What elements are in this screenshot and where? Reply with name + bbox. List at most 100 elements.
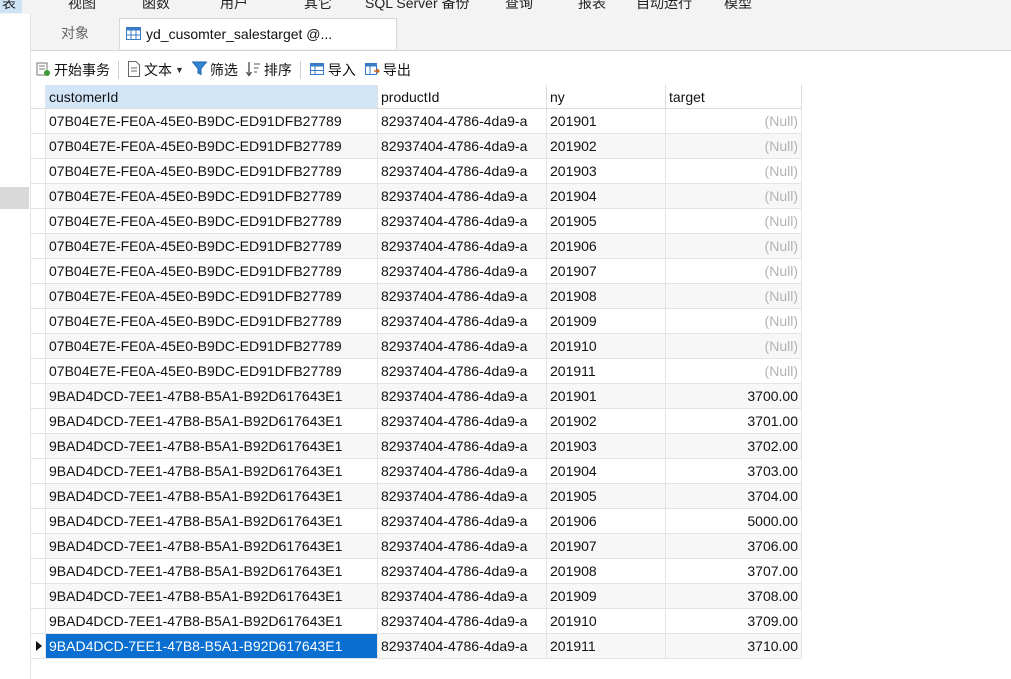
cell-target[interactable]: (Null) <box>666 209 802 234</box>
cell-customerid[interactable]: 9BAD4DCD-7EE1-47B8-B5A1-B92D617643E1 <box>46 634 378 659</box>
table-row[interactable]: 07B04E7E-FE0A-45E0-B9DC-ED91DFB27789 8293… <box>31 309 802 334</box>
table-row[interactable]: 9BAD4DCD-7EE1-47B8-B5A1-B92D617643E1 8293… <box>31 384 802 409</box>
table-row[interactable]: 9BAD4DCD-7EE1-47B8-B5A1-B92D617643E1 8293… <box>31 409 802 434</box>
cell-productid[interactable]: 82937404-4786-4da9-a <box>378 184 547 209</box>
row-indicator[interactable] <box>31 484 46 509</box>
cell-ny[interactable]: 201908 <box>547 559 666 584</box>
cell-target[interactable]: (Null) <box>666 134 802 159</box>
row-indicator[interactable] <box>31 284 46 309</box>
cell-ny[interactable]: 201902 <box>547 409 666 434</box>
cell-customerid[interactable]: 9BAD4DCD-7EE1-47B8-B5A1-B92D617643E1 <box>46 609 378 634</box>
cell-productid[interactable]: 82937404-4786-4da9-a <box>378 234 547 259</box>
cell-customerid[interactable]: 9BAD4DCD-7EE1-47B8-B5A1-B92D617643E1 <box>46 409 378 434</box>
cell-target[interactable]: (Null) <box>666 259 802 284</box>
row-indicator[interactable] <box>31 309 46 334</box>
row-indicator[interactable] <box>31 584 46 609</box>
cell-customerid[interactable]: 9BAD4DCD-7EE1-47B8-B5A1-B92D617643E1 <box>46 534 378 559</box>
cell-productid[interactable]: 82937404-4786-4da9-a <box>378 284 547 309</box>
column-header-customerid[interactable]: customerId <box>46 85 378 109</box>
cell-target[interactable]: (Null) <box>666 309 802 334</box>
menu-item-table[interactable]: 表 <box>0 0 22 13</box>
cell-ny[interactable]: 201906 <box>547 509 666 534</box>
table-row[interactable]: 07B04E7E-FE0A-45E0-B9DC-ED91DFB27789 8293… <box>31 359 802 384</box>
menu-item-other[interactable]: 其它 <box>304 0 332 13</box>
table-row[interactable]: 9BAD4DCD-7EE1-47B8-B5A1-B92D617643E1 8293… <box>31 634 802 659</box>
cell-target[interactable]: 3708.00 <box>666 584 802 609</box>
cell-target[interactable]: 3706.00 <box>666 534 802 559</box>
cell-productid[interactable]: 82937404-4786-4da9-a <box>378 134 547 159</box>
menu-item-report[interactable]: 报表 <box>578 0 606 13</box>
table-row[interactable]: 07B04E7E-FE0A-45E0-B9DC-ED91DFB27789 8293… <box>31 334 802 359</box>
column-header-target[interactable]: target <box>666 85 802 109</box>
cell-ny[interactable]: 201904 <box>547 459 666 484</box>
cell-customerid[interactable]: 07B04E7E-FE0A-45E0-B9DC-ED91DFB27789 <box>46 309 378 334</box>
cell-customerid[interactable]: 07B04E7E-FE0A-45E0-B9DC-ED91DFB27789 <box>46 234 378 259</box>
cell-ny[interactable]: 201909 <box>547 309 666 334</box>
cell-ny[interactable]: 201910 <box>547 334 666 359</box>
table-row[interactable]: 9BAD4DCD-7EE1-47B8-B5A1-B92D617643E1 8293… <box>31 559 802 584</box>
cell-customerid[interactable]: 9BAD4DCD-7EE1-47B8-B5A1-B92D617643E1 <box>46 559 378 584</box>
cell-ny[interactable]: 201907 <box>547 259 666 284</box>
cell-target[interactable]: 3709.00 <box>666 609 802 634</box>
cell-productid[interactable]: 82937404-4786-4da9-a <box>378 509 547 534</box>
cell-customerid[interactable]: 07B04E7E-FE0A-45E0-B9DC-ED91DFB27789 <box>46 334 378 359</box>
cell-customerid[interactable]: 9BAD4DCD-7EE1-47B8-B5A1-B92D617643E1 <box>46 384 378 409</box>
cell-ny[interactable]: 201905 <box>547 484 666 509</box>
row-indicator[interactable] <box>31 259 46 284</box>
cell-target[interactable]: 3703.00 <box>666 459 802 484</box>
table-row[interactable]: 9BAD4DCD-7EE1-47B8-B5A1-B92D617643E1 8293… <box>31 434 802 459</box>
column-header-ny[interactable]: ny <box>547 85 666 109</box>
cell-ny[interactable]: 201906 <box>547 234 666 259</box>
cell-productid[interactable]: 82937404-4786-4da9-a <box>378 259 547 284</box>
row-indicator[interactable] <box>31 134 46 159</box>
cell-target[interactable]: (Null) <box>666 234 802 259</box>
row-indicator[interactable] <box>31 459 46 484</box>
table-row[interactable]: 9BAD4DCD-7EE1-47B8-B5A1-B92D617643E1 8293… <box>31 534 802 559</box>
menu-item-query[interactable]: 查询 <box>505 0 533 13</box>
menu-item-function[interactable]: 函数 <box>142 0 170 13</box>
menu-item-user[interactable]: 用户 <box>220 0 248 13</box>
row-indicator[interactable] <box>31 109 46 134</box>
cell-target[interactable]: 5000.00 <box>666 509 802 534</box>
cell-productid[interactable]: 82937404-4786-4da9-a <box>378 384 547 409</box>
cell-customerid[interactable]: 07B04E7E-FE0A-45E0-B9DC-ED91DFB27789 <box>46 184 378 209</box>
cell-target[interactable]: (Null) <box>666 184 802 209</box>
row-indicator[interactable] <box>31 559 46 584</box>
cell-productid[interactable]: 82937404-4786-4da9-a <box>378 159 547 184</box>
cell-customerid[interactable]: 9BAD4DCD-7EE1-47B8-B5A1-B92D617643E1 <box>46 584 378 609</box>
cell-target[interactable]: 3702.00 <box>666 434 802 459</box>
cell-ny[interactable]: 201902 <box>547 134 666 159</box>
row-indicator[interactable] <box>31 159 46 184</box>
cell-ny[interactable]: 201905 <box>547 209 666 234</box>
navigator-splitter[interactable] <box>0 187 29 209</box>
cell-target[interactable]: 3701.00 <box>666 409 802 434</box>
row-indicator[interactable] <box>31 334 46 359</box>
menu-item-automation[interactable]: 自动运行 <box>636 0 692 13</box>
row-indicator[interactable] <box>31 634 46 659</box>
row-indicator[interactable] <box>31 409 46 434</box>
cell-ny[interactable]: 201901 <box>547 384 666 409</box>
cell-ny[interactable]: 201911 <box>547 634 666 659</box>
cell-productid[interactable]: 82937404-4786-4da9-a <box>378 359 547 384</box>
import-button[interactable]: 导入 <box>305 57 360 83</box>
table-row[interactable]: 07B04E7E-FE0A-45E0-B9DC-ED91DFB27789 8293… <box>31 259 802 284</box>
cell-ny[interactable]: 201910 <box>547 609 666 634</box>
cell-target[interactable]: (Null) <box>666 334 802 359</box>
row-indicator[interactable] <box>31 209 46 234</box>
text-button[interactable]: 文本 ▼ <box>123 57 188 83</box>
table-row[interactable]: 9BAD4DCD-7EE1-47B8-B5A1-B92D617643E1 8293… <box>31 609 802 634</box>
column-header-productid[interactable]: productId <box>378 85 547 109</box>
cell-customerid[interactable]: 9BAD4DCD-7EE1-47B8-B5A1-B92D617643E1 <box>46 484 378 509</box>
table-row[interactable]: 07B04E7E-FE0A-45E0-B9DC-ED91DFB27789 8293… <box>31 234 802 259</box>
cell-productid[interactable]: 82937404-4786-4da9-a <box>378 609 547 634</box>
cell-target[interactable]: (Null) <box>666 109 802 134</box>
row-indicator[interactable] <box>31 609 46 634</box>
export-button[interactable]: 导出 <box>360 57 415 83</box>
cell-ny[interactable]: 201911 <box>547 359 666 384</box>
tab-objects[interactable]: 对象 <box>31 18 119 49</box>
cell-productid[interactable]: 82937404-4786-4da9-a <box>378 309 547 334</box>
cell-productid[interactable]: 82937404-4786-4da9-a <box>378 484 547 509</box>
begin-transaction-button[interactable]: 开始事务 <box>31 57 114 83</box>
row-indicator[interactable] <box>31 509 46 534</box>
cell-target[interactable]: (Null) <box>666 284 802 309</box>
